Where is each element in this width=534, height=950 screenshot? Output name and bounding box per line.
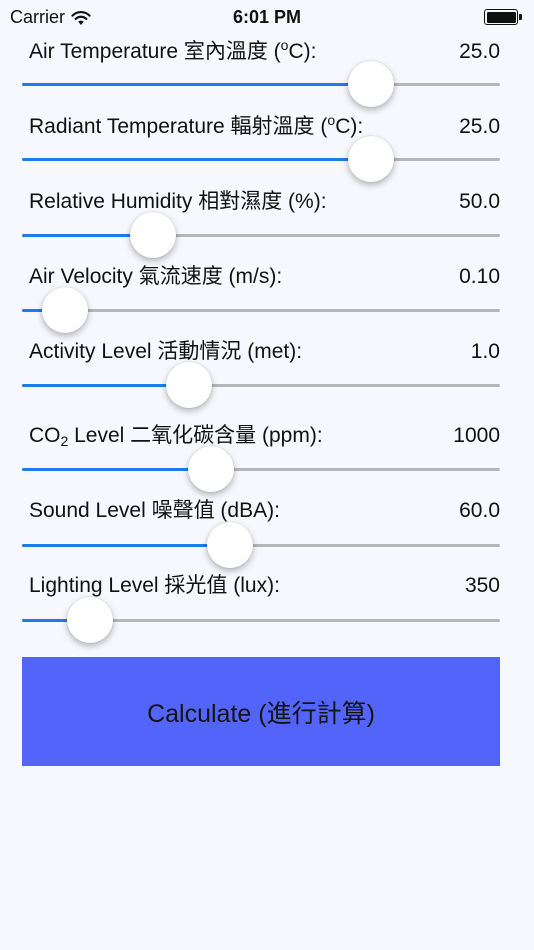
co2-level-slider[interactable] <box>22 446 500 492</box>
activity-level-slider[interactable] <box>22 362 500 408</box>
status-time: 6:01 PM <box>232 7 302 27</box>
status-bar: Carrier 6:01 PM <box>0 0 534 36</box>
battery-tip <box>519 14 522 20</box>
air-temperature-value: 25.0 <box>459 40 500 63</box>
co2-level-label: CO2 Level 二氧化碳含量 (ppm): <box>29 424 323 449</box>
battery-body <box>484 9 518 25</box>
sound-level-value: 60.0 <box>459 499 500 522</box>
slider-fill <box>22 544 230 547</box>
battery-icon <box>484 9 524 27</box>
activity-level-value: 1.0 <box>470 340 500 363</box>
radiant-temperature-slider[interactable] <box>22 136 500 182</box>
slider-thumb[interactable] <box>130 212 177 258</box>
co2-level-value: 1000 <box>453 424 500 447</box>
slider-thumb[interactable] <box>187 446 234 492</box>
slider-thumb[interactable] <box>347 61 394 107</box>
slider-thumb[interactable] <box>166 362 213 408</box>
air-temperature-slider[interactable] <box>22 61 500 107</box>
relative-humidity-slider[interactable] <box>22 212 500 258</box>
sound-level-slider[interactable] <box>22 522 500 568</box>
lighting-level-value: 350 <box>464 574 500 597</box>
slider-thumb[interactable] <box>347 136 394 182</box>
air-velocity-slider[interactable] <box>22 287 500 333</box>
lighting-level-label: Lighting Level 採光值 (lux): <box>29 574 280 597</box>
slider-fill <box>22 158 371 161</box>
calculate-button-label: Calculate (進行計算) <box>147 699 375 728</box>
air-velocity-value: 0.10 <box>459 265 500 288</box>
slider-fill <box>22 83 371 86</box>
battery-fill <box>486 11 516 23</box>
calculate-button[interactable]: Calculate (進行計算) <box>22 657 500 766</box>
radiant-temperature-value: 25.0 <box>459 115 500 138</box>
lighting-level-slider[interactable] <box>22 597 500 643</box>
relative-humidity-value: 50.0 <box>459 190 500 213</box>
slider-thumb[interactable] <box>42 287 89 333</box>
radiant-temperature-label: Radiant Temperature 輻射溫度 (oC): <box>29 112 364 138</box>
air-temperature-label: Air Temperature 室內溫度 (oC): <box>29 37 317 63</box>
relative-humidity-label: Relative Humidity 相對濕度 (%): <box>29 190 327 213</box>
slider-fill <box>22 384 190 387</box>
slider-thumb[interactable] <box>67 597 114 643</box>
sound-level-label: Sound Level 噪聲值 (dBA): <box>29 499 280 522</box>
slider-thumb[interactable] <box>206 522 253 568</box>
activity-level-label: Activity Level 活動情況 (met): <box>29 340 303 363</box>
slider-fill <box>22 468 211 471</box>
